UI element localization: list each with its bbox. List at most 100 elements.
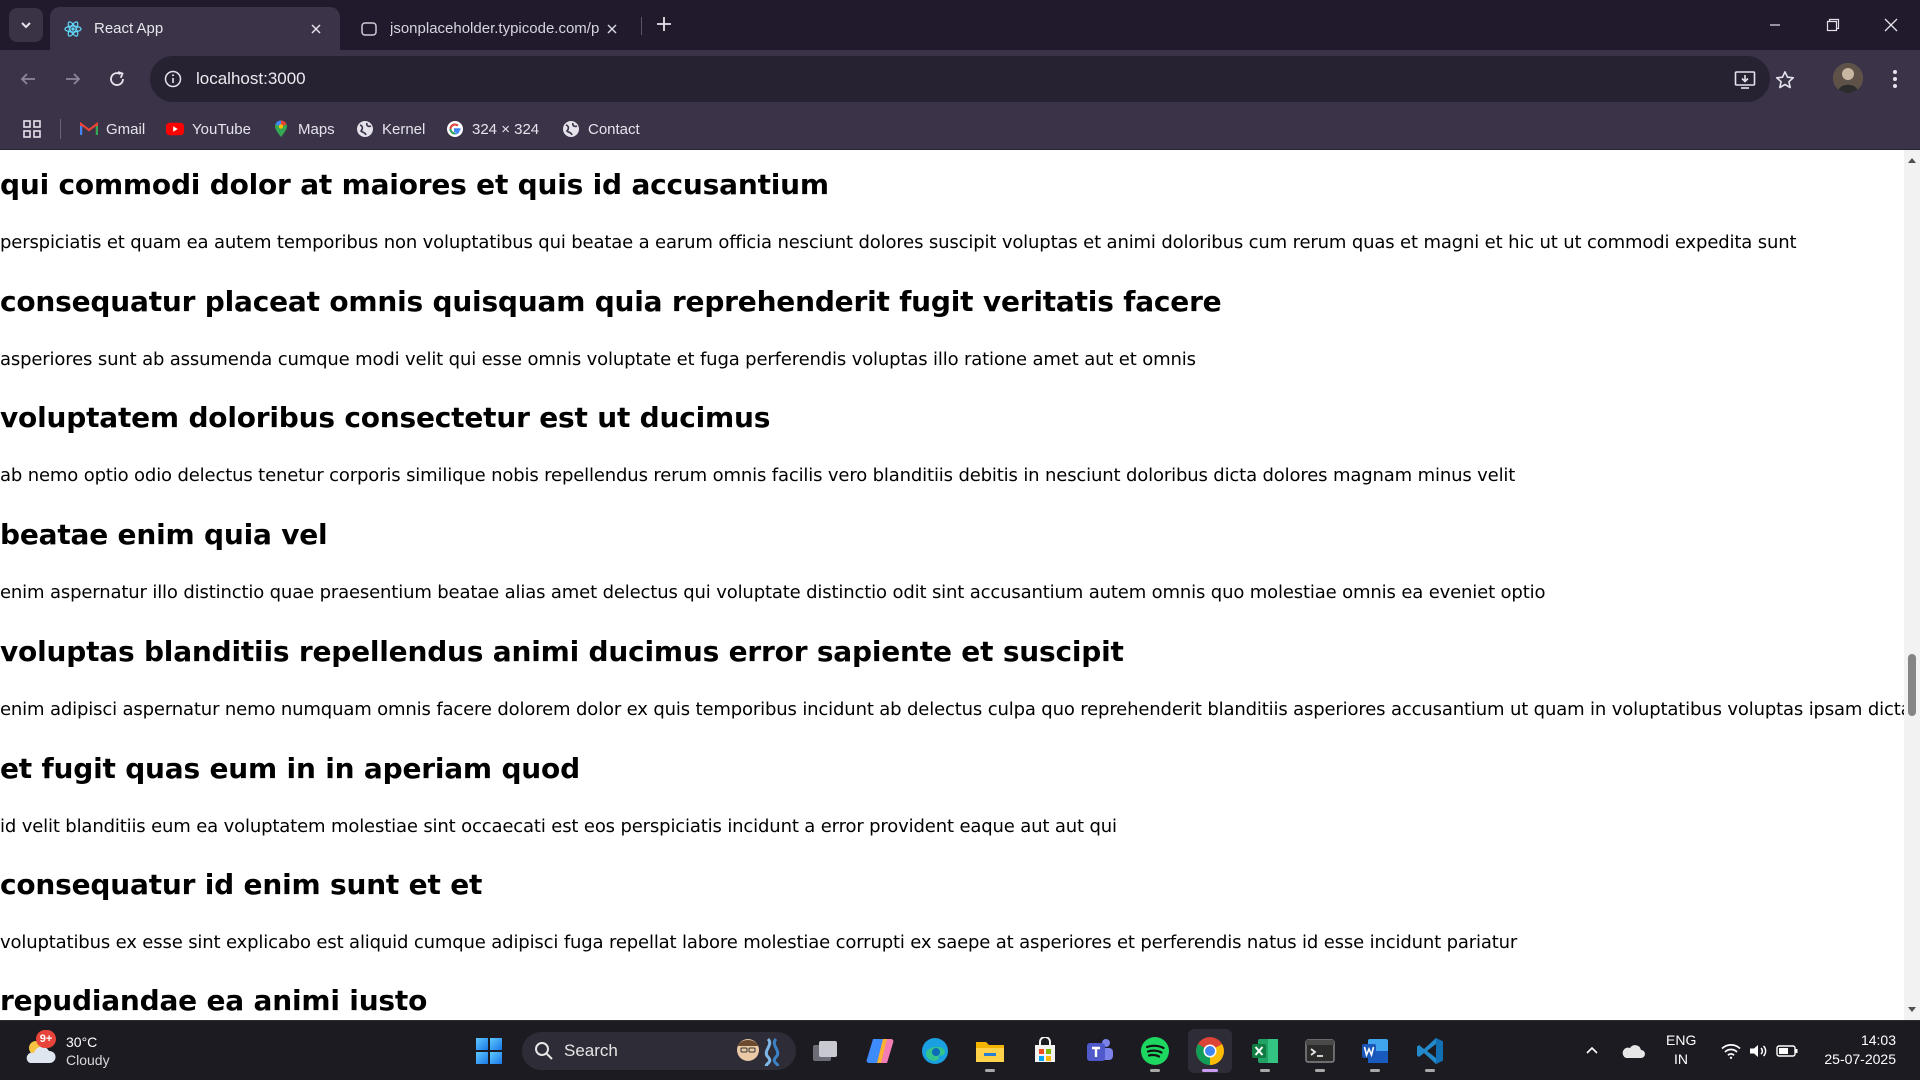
word-button[interactable]	[1353, 1029, 1397, 1073]
page-scrollbar[interactable]	[1904, 150, 1920, 1020]
edge-button[interactable]	[913, 1029, 957, 1073]
edge-icon	[922, 1038, 948, 1064]
bookmark-divider	[60, 119, 61, 139]
teams-button[interactable]	[1078, 1029, 1122, 1073]
running-indicator	[1260, 1069, 1270, 1072]
site-info-icon[interactable]	[162, 68, 184, 90]
wifi-icon	[1721, 1044, 1741, 1059]
cloudy-weather-icon: 9+	[22, 1030, 58, 1066]
avatar-icon	[1833, 63, 1863, 93]
excel-button[interactable]	[1243, 1029, 1287, 1073]
running-indicator	[1315, 1069, 1325, 1072]
bookmark-label: Kernel	[382, 120, 426, 138]
tab-title: jsonplaceholder.typicode.com/p	[390, 20, 600, 37]
page-icon	[360, 20, 378, 38]
show-hidden-icons-button[interactable]	[1578, 1021, 1606, 1080]
word-icon	[1362, 1039, 1388, 1063]
spotify-button[interactable]	[1133, 1029, 1177, 1073]
restore-button[interactable]	[1804, 0, 1862, 50]
volume-control[interactable]	[1744, 1021, 1772, 1080]
browser-menu-button[interactable]	[1880, 62, 1910, 96]
taskbar-search[interactable]: Search	[522, 1032, 796, 1070]
wifi-status[interactable]	[1716, 1021, 1746, 1080]
close-icon[interactable]	[306, 19, 326, 39]
weather-widget[interactable]: 9+ 30°C Cloudy	[22, 1029, 110, 1073]
scroll-up-arrow-icon[interactable]	[1907, 155, 1917, 165]
back-button[interactable]	[11, 62, 45, 96]
windows-start-icon	[476, 1038, 502, 1064]
browser-toolbar	[0, 50, 1920, 107]
vscode-button[interactable]	[1408, 1029, 1452, 1073]
install-app-icon[interactable]	[1732, 67, 1758, 93]
weather-condition: Cloudy	[66, 1052, 110, 1068]
language-code: ENG	[1666, 1032, 1697, 1048]
language-indicator[interactable]: ENG IN	[1666, 1031, 1696, 1069]
url-input[interactable]	[196, 69, 796, 89]
maps-icon	[272, 120, 290, 138]
running-indicator	[1370, 1069, 1380, 1072]
file-explorer-button[interactable]	[968, 1029, 1012, 1073]
new-tab-button[interactable]	[650, 10, 678, 38]
bookmark-google-image[interactable]: 324 × 324	[446, 115, 539, 143]
chrome-button[interactable]	[1188, 1029, 1232, 1073]
weather-temperature: 30°C	[66, 1034, 98, 1050]
tab-search-button[interactable]	[9, 8, 43, 42]
system-clock[interactable]: 14:03 25-07-2025	[1810, 1031, 1896, 1069]
globe-icon	[562, 120, 580, 138]
minimize-icon	[1770, 24, 1780, 26]
bookmarks-bar: Gmail YouTube Maps Kernel 324 × 324 Cont…	[0, 107, 1920, 150]
arrow-right-icon	[66, 73, 81, 85]
onedrive-cloud-icon	[1622, 1045, 1645, 1058]
running-indicator	[985, 1069, 995, 1072]
post-item: et fugit quas eum in in aperiam quod id …	[0, 752, 1117, 837]
start-button[interactable]	[467, 1029, 511, 1073]
clock-time: 14:03	[1860, 1032, 1896, 1048]
terminal-button[interactable]	[1298, 1029, 1342, 1073]
minimize-button[interactable]	[1746, 0, 1804, 50]
search-label: Search	[564, 1041, 618, 1060]
tab-divider	[641, 17, 642, 35]
bookmark-youtube[interactable]: YouTube	[166, 115, 251, 143]
scrollbar-thumb[interactable]	[1908, 654, 1916, 716]
close-icon[interactable]	[602, 19, 622, 39]
bookmark-maps[interactable]: Maps	[272, 115, 335, 143]
store-button[interactable]	[1023, 1029, 1067, 1073]
file-explorer-icon	[976, 1042, 1004, 1062]
teams-icon	[1087, 1039, 1113, 1061]
reload-button[interactable]	[100, 62, 134, 96]
terminal-icon	[1305, 1039, 1335, 1063]
post-item: consequatur placeat omnis quisquam quia …	[0, 285, 1222, 370]
bookmark-star-icon[interactable]	[1772, 67, 1798, 93]
apps-grid-icon[interactable]	[20, 117, 44, 141]
bookmark-gmail[interactable]: Gmail	[80, 115, 145, 143]
tab-jsonplaceholder[interactable]: jsonplaceholder.typicode.com/p	[346, 7, 636, 50]
post-body: id velit blanditiis eum ea voluptatem mo…	[0, 816, 1117, 837]
post-body: enim aspernatur illo distinctio quae pra…	[0, 582, 1546, 603]
bookmark-kernel[interactable]: Kernel	[356, 115, 425, 143]
arrow-left-icon	[20, 73, 35, 85]
tab-react-app[interactable]: React App	[50, 7, 340, 50]
battery-icon	[1776, 1045, 1798, 1057]
windows-taskbar: 9+ 30°C Cloudy Search ENG IN 14:03 25-07…	[0, 1020, 1920, 1080]
profile-avatar[interactable]	[1833, 63, 1863, 93]
post-title: voluptatem doloribus consectetur est ut …	[0, 401, 771, 434]
post-title: beatae enim quia vel	[0, 518, 328, 551]
post-item: consequatur id enim sunt et et voluptati…	[0, 868, 1517, 953]
plus-icon	[657, 17, 671, 31]
bookmark-label: Contact	[588, 120, 640, 138]
forward-button[interactable]	[56, 62, 90, 96]
battery-status[interactable]	[1772, 1021, 1802, 1080]
post-body: enim adipisci aspernatur nemo numquam om…	[0, 699, 1904, 720]
bookmark-contact[interactable]: Contact	[562, 115, 640, 143]
restore-icon	[1826, 18, 1840, 32]
post-item: voluptatem doloribus consectetur est ut …	[0, 401, 1515, 486]
address-bar[interactable]	[150, 56, 1795, 102]
onedrive-button[interactable]	[1616, 1021, 1650, 1080]
copilot-button[interactable]	[858, 1029, 902, 1073]
task-view-button[interactable]	[803, 1029, 847, 1073]
close-window-button[interactable]	[1862, 0, 1920, 50]
post-item: voluptas blanditiis repellendus animi du…	[0, 635, 1904, 720]
copilot-icon	[866, 1039, 894, 1063]
reload-icon	[110, 71, 124, 86]
scroll-down-arrow-icon[interactable]	[1907, 1005, 1917, 1015]
